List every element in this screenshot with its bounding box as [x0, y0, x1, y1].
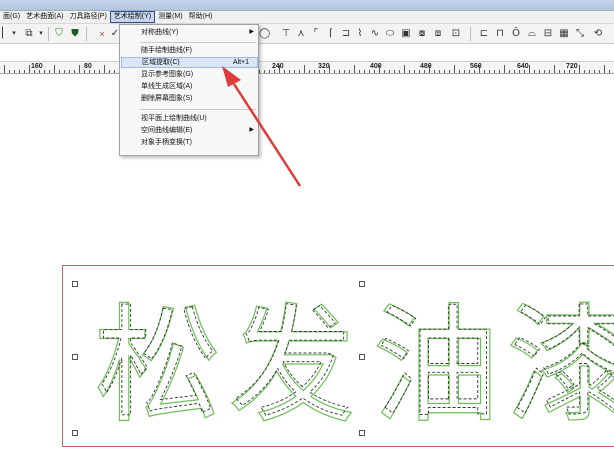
outline-character-3-inner: 油 — [376, 295, 496, 434]
calligraphy-outlines[interactable]: 松 松 发 发 油 油 漆 漆 — [0, 0, 614, 449]
outline-character-4-inner: 漆 — [510, 295, 614, 434]
outline-character-1-inner: 松 — [98, 295, 218, 434]
outline-character-2-inner: 发 — [232, 295, 352, 434]
